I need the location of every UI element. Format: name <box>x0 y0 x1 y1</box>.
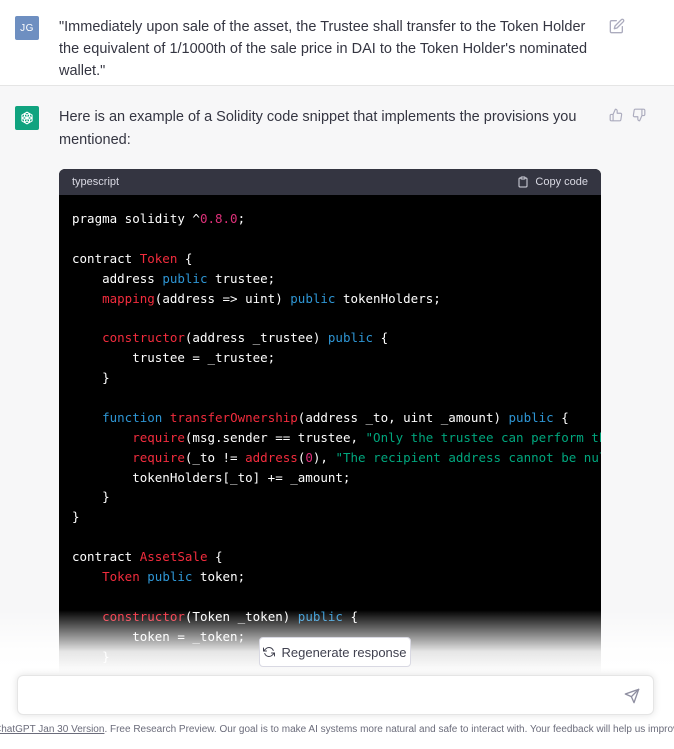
openai-logo-icon <box>15 106 39 130</box>
code-token: require <box>132 429 185 445</box>
code-content: pragma solidity ^0.8.0; contract Token {… <box>59 195 601 674</box>
code-token: AssetSale <box>139 549 208 565</box>
footer-disclaimer: ChatGPT Jan 30 Version. Free Research Pr… <box>0 724 674 735</box>
code-token: } <box>72 370 110 386</box>
code-token: 0 <box>305 449 313 465</box>
code-line: Token public token; <box>72 567 588 587</box>
code-token: "The recipient address cannot be null." <box>335 449 601 465</box>
code-token: transferOwnership <box>169 409 298 425</box>
code-token: (address => uint) <box>154 290 291 306</box>
refresh-icon <box>263 647 276 657</box>
code-token: (msg.sender == trustee, <box>184 429 366 445</box>
code-token: } <box>72 489 110 505</box>
code-token: Token <box>139 250 178 266</box>
code-token: constructor <box>102 330 185 346</box>
code-token: pragma solidity ^ <box>72 211 200 226</box>
code-line: mapping(address => uint) public tokenHol… <box>72 289 588 309</box>
regenerate-label: Regenerate response <box>281 644 407 660</box>
code-token: public <box>147 569 193 585</box>
copy-code-button[interactable]: Copy code <box>517 176 588 188</box>
code-block: typescript Copy code pragma solidity ^0.… <box>59 169 601 674</box>
thumbs-up-icon[interactable] <box>609 108 623 122</box>
message-input[interactable] <box>17 675 654 715</box>
code-token: public <box>162 270 208 286</box>
code-line: require(_to != address(0), "The recipien… <box>72 448 601 468</box>
code-token: ; <box>237 211 246 226</box>
code-token: } <box>72 509 80 525</box>
code-line: trustee = _trustee; <box>72 348 588 368</box>
code-line: function transferOwnership(address _to, … <box>72 408 588 428</box>
code-token: mapping <box>102 290 155 306</box>
code-token: address <box>245 449 298 465</box>
code-language-label: typescript <box>72 176 120 188</box>
code-line: contract AssetSale { <box>72 547 588 567</box>
code-token: ), <box>312 449 336 465</box>
code-line: tokenHolders[_to] += _amount; <box>72 468 588 488</box>
code-line: contract Token { <box>72 249 588 269</box>
code-token: tokenHolders; <box>335 290 441 306</box>
code-line: } <box>72 487 588 507</box>
regenerate-response-button[interactable]: Regenerate response <box>259 637 411 667</box>
clipboard-icon <box>518 176 528 188</box>
send-icon[interactable] <box>624 688 640 704</box>
code-token: public <box>327 330 374 346</box>
code-token: public <box>508 409 554 425</box>
code-token: contract <box>72 250 140 266</box>
thumbs-down-icon[interactable] <box>632 108 646 122</box>
code-token: { <box>207 549 223 565</box>
code-line: address public trustee; <box>72 269 588 289</box>
code-token: 0.8.0 <box>199 211 238 226</box>
copy-code-label: Copy code <box>535 176 588 188</box>
code-header: typescript Copy code <box>59 169 601 195</box>
user-message-row: JG "Immediately upon sale of the asset, … <box>0 0 674 86</box>
code-token: contract <box>72 549 140 565</box>
edit-icon[interactable] <box>609 18 625 34</box>
code-token: token; <box>192 569 246 585</box>
user-message-text: "Immediately upon sale of the asset, the… <box>59 19 588 79</box>
code-token: function <box>102 409 163 425</box>
code-line: pragma solidity ^0.8.0; <box>72 209 588 229</box>
code-token: { <box>373 330 389 346</box>
code-token: { <box>553 409 569 425</box>
version-link[interactable]: ChatGPT Jan 30 Version <box>0 724 104 735</box>
code-token: (address _trustee) <box>184 330 328 346</box>
code-token: "Only the trustee can perform this ac <box>365 429 601 445</box>
code-token: tokenHolders[_to] += _amount; <box>72 469 351 485</box>
code-token: public <box>290 290 336 306</box>
code-line: } <box>72 507 588 527</box>
code-token: require <box>132 449 185 465</box>
code-line: constructor(address _trustee) public { <box>72 328 588 348</box>
code-line: require(msg.sender == trustee, "Only the… <box>72 428 601 448</box>
code-token: { <box>177 250 193 266</box>
code-token: address <box>72 270 163 286</box>
code-line: } <box>72 368 588 388</box>
user-avatar: JG <box>15 16 39 40</box>
footer-text: . Free Research Preview. Our goal is to … <box>104 724 674 735</box>
code-token: Token <box>102 569 140 585</box>
code-token: (address _to, uint _amount) <box>297 409 509 425</box>
code-token: trustee; <box>207 270 276 286</box>
assistant-intro-text: Here is an example of a Solidity code sn… <box>59 109 577 148</box>
code-token: (_to != <box>184 449 246 465</box>
code-token: trustee = _trustee; <box>72 350 276 366</box>
